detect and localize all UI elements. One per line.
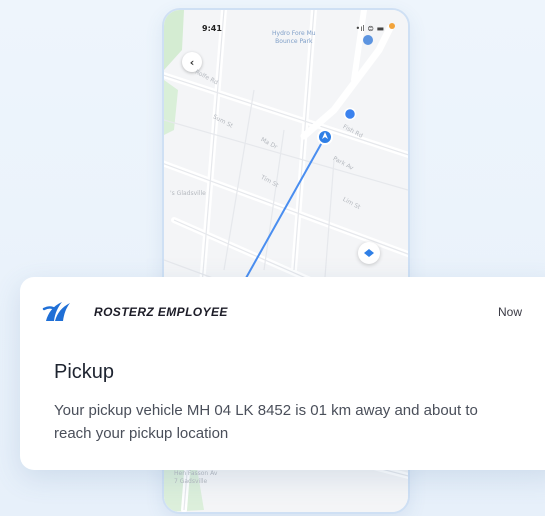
navigation-icon — [364, 249, 374, 257]
app-name: ROSTERZ EMPLOYEE — [94, 305, 228, 319]
recenter-button[interactable] — [358, 242, 380, 264]
map-label-park: Hydro Fore Mu Bounce Park — [272, 30, 316, 45]
notification-title: Pickup — [54, 361, 115, 383]
status-time: 9:41 — [202, 24, 222, 33]
map-label-town: 's Gladsville — [170, 190, 206, 197]
back-icon: ‹ — [189, 55, 195, 69]
status-icons: •ıl ⊜ ▬ — [355, 24, 384, 33]
map-label-bottom: Hen Fasson Av 7 Gadsville — [174, 470, 218, 485]
push-notification[interactable]: ROSTERZ EMPLOYEE Now Pickup Your pickup … — [20, 277, 545, 470]
notification-message: Your pickup vehicle MH 04 LK 8452 is 01 … — [54, 402, 478, 442]
app-logo-icon — [42, 302, 70, 321]
notification-time: Now — [498, 305, 523, 319]
app-promo-stage: 9:41 •ıl ⊜ ▬ ‹ Hydro Fore Mu Bounce Park… — [0, 0, 545, 516]
